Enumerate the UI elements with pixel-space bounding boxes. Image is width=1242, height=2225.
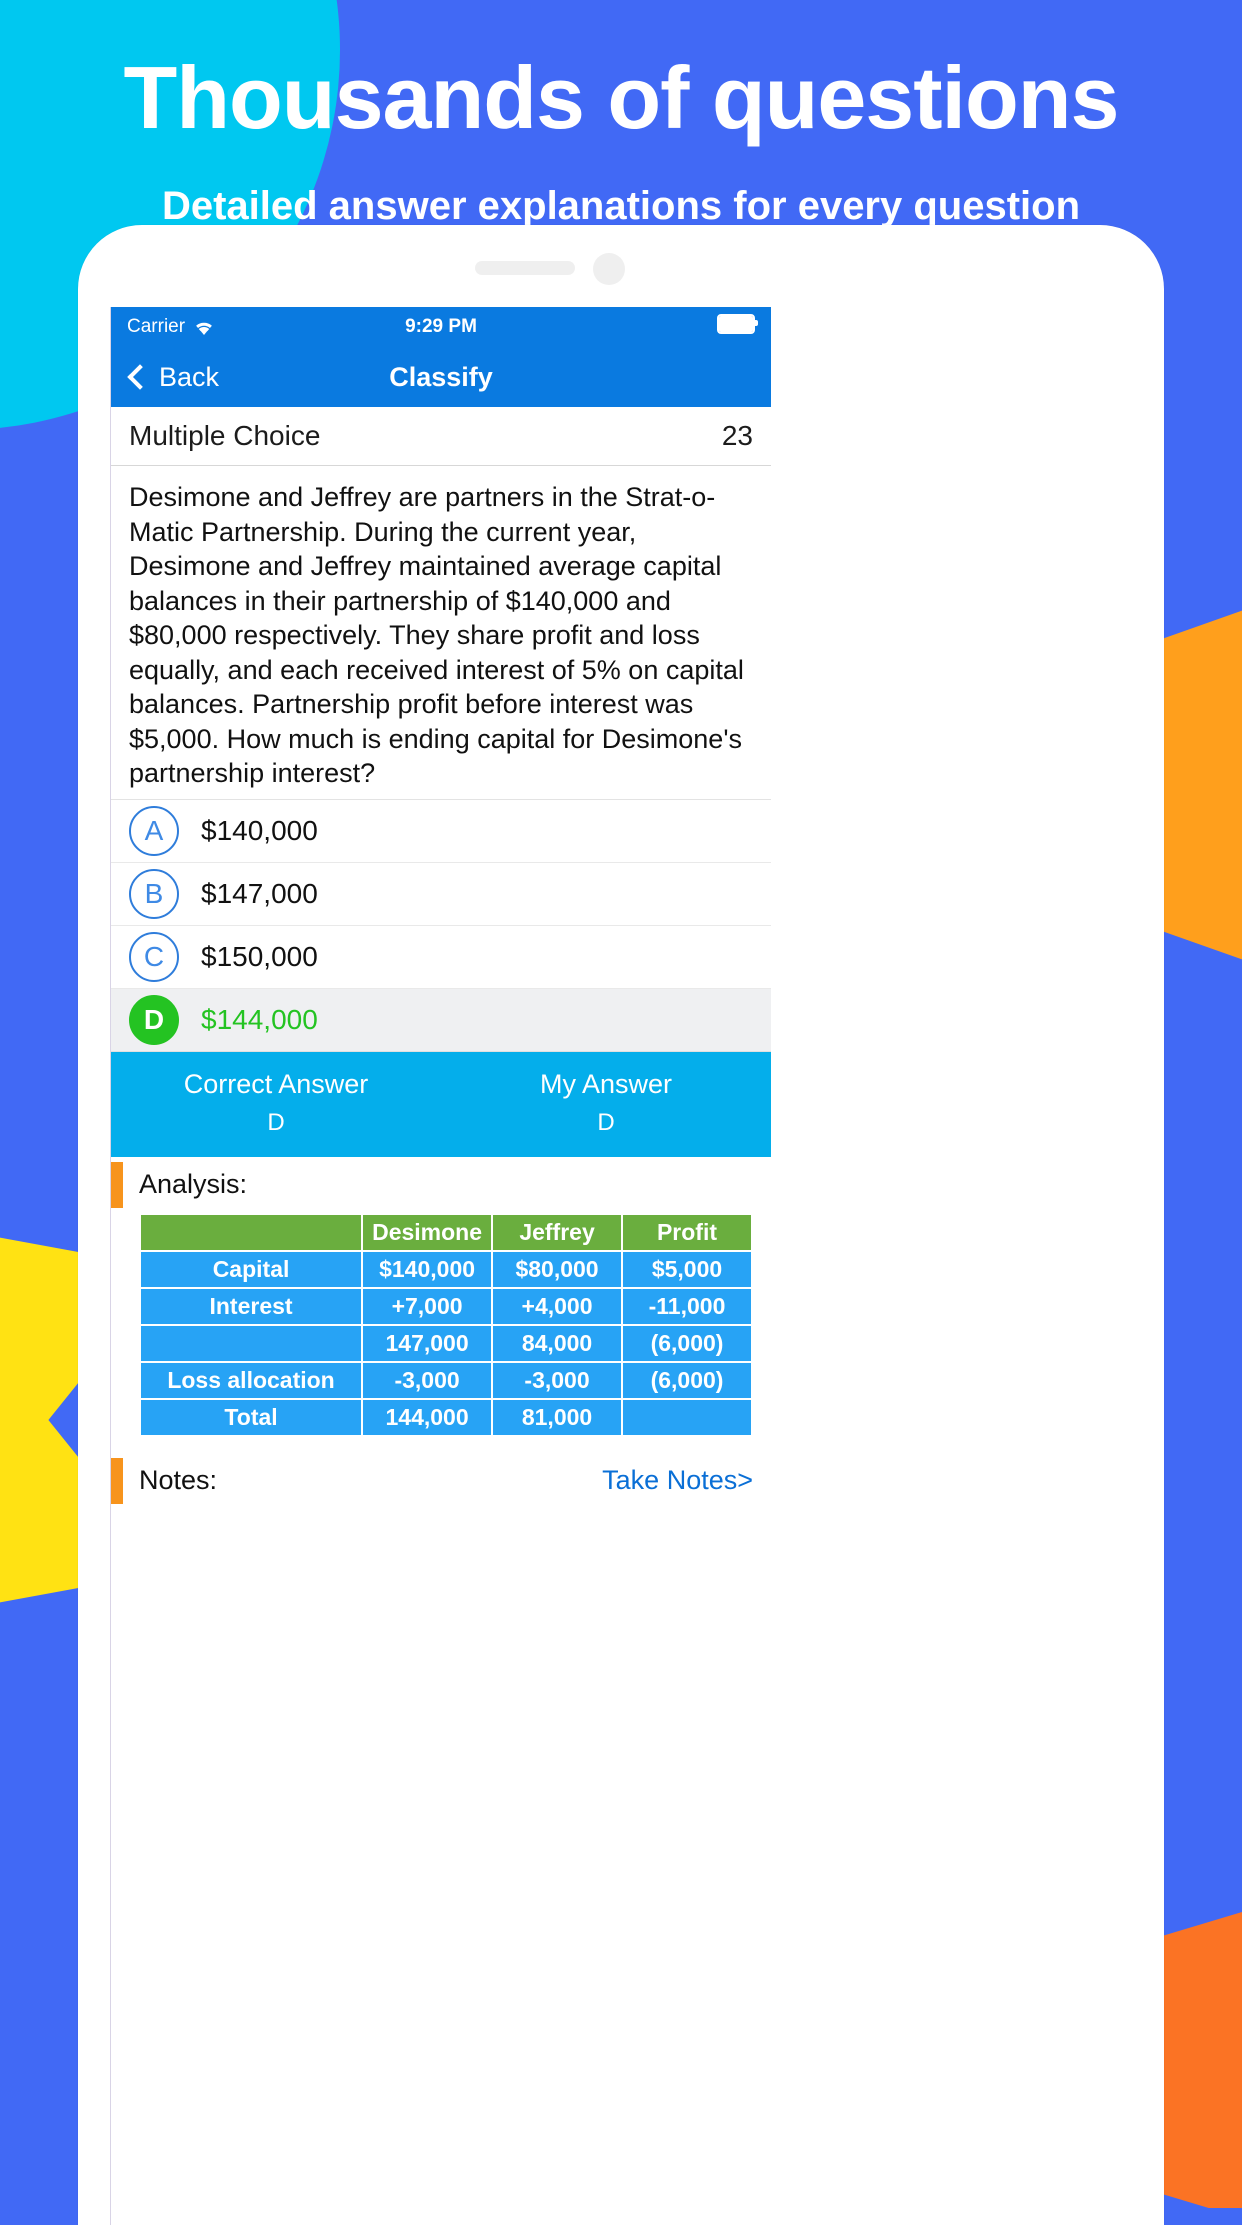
notes-header: Notes: Take Notes> — [111, 1452, 771, 1509]
my-answer-column: My Answer D — [441, 1064, 771, 1143]
promo-subheadline: Detailed answer explanations for every q… — [161, 184, 1081, 229]
notes-label: Notes: — [139, 1465, 218, 1496]
cell-r4-c1: 144,000 — [361, 1397, 494, 1437]
option-label-d: $144,000 — [201, 1003, 318, 1035]
question-number: 23 — [721, 420, 753, 451]
correct-answer-value: D — [267, 1109, 285, 1137]
table-row: Interest +7,000 +4,000 -11,000 — [138, 1286, 753, 1326]
back-button-label: Back — [159, 361, 220, 392]
take-notes-link[interactable]: Take Notes> — [602, 1465, 753, 1496]
th-desimone: Desimone — [361, 1212, 494, 1252]
analysis-table: Desimone Jeffrey Profit Capital $140,000… — [138, 1212, 753, 1437]
cell-r1-c2: +4,000 — [491, 1286, 624, 1326]
cell-r0-c2: $80,000 — [491, 1249, 624, 1289]
correct-answer-column: Correct Answer D — [111, 1064, 441, 1143]
cell-r0-c3: $5,000 — [621, 1249, 753, 1289]
cell-r4-c2: 81,000 — [491, 1397, 624, 1437]
cell-r0-c0: Capital — [138, 1249, 364, 1289]
battery-full-icon — [717, 314, 758, 334]
option-bubble-b: B — [129, 868, 179, 919]
my-answer-label: My Answer — [539, 1068, 673, 1099]
option-bubble-a: A — [129, 805, 179, 856]
cell-r2-c1: 147,000 — [361, 1323, 494, 1363]
table-row: Loss allocation -3,000 -3,000 (6,000) — [138, 1360, 753, 1400]
notes-accent-bar — [111, 1457, 123, 1504]
chevron-left-icon — [127, 364, 153, 390]
cell-r2-c3: (6,000) — [621, 1323, 753, 1363]
table-row: 147,000 84,000 (6,000) — [138, 1323, 753, 1363]
status-bar-time: 9:29 PM — [405, 316, 477, 337]
analysis-table-wrap: Desimone Jeffrey Profit Capital $140,000… — [111, 1212, 771, 1437]
th-blank — [138, 1212, 364, 1252]
option-row-d[interactable]: D $144,000 — [111, 988, 771, 1052]
cell-r3-c2: -3,000 — [491, 1360, 624, 1400]
cell-r2-c2: 84,000 — [491, 1323, 624, 1363]
my-answer-value: D — [597, 1109, 615, 1137]
analysis-label: Analysis: — [139, 1169, 248, 1200]
th-jeffrey: Jeffrey — [491, 1212, 624, 1252]
option-bubble-c: C — [129, 931, 179, 982]
option-label-a: $140,000 — [201, 814, 318, 846]
section-header: Multiple Choice 23 — [111, 407, 771, 466]
option-row-c[interactable]: C $150,000 — [111, 925, 771, 989]
promo-text-block: Thousands of questions Detailed answer e… — [0, 0, 1242, 229]
answer-summary-strip: Correct Answer D My Answer D — [111, 1051, 771, 1157]
status-bar-right — [717, 314, 758, 340]
navigation-bar: Back Classify — [111, 347, 771, 407]
cell-r4-c3 — [621, 1397, 753, 1437]
cell-r1-c0: Interest — [138, 1286, 364, 1326]
cell-r0-c1: $140,000 — [361, 1249, 494, 1289]
cell-r1-c3: -11,000 — [621, 1286, 753, 1326]
promo-headline: Thousands of questions — [123, 48, 1120, 147]
cell-r3-c0: Loss allocation — [138, 1360, 364, 1400]
app-screen: Carrier 9:29 PM Back Classify Multiple C… — [110, 307, 771, 2225]
option-row-b[interactable]: B $147,000 — [111, 862, 771, 926]
back-button[interactable]: Back — [127, 362, 219, 393]
question-text: Desimone and Jeffrey are partners in the… — [111, 466, 771, 800]
table-row: Capital $140,000 $80,000 $5,000 — [138, 1249, 753, 1289]
analysis-header: Analysis: — [111, 1156, 771, 1213]
phone-speaker-grille — [475, 261, 575, 275]
analysis-table-header-row: Desimone Jeffrey Profit — [138, 1212, 753, 1252]
th-profit: Profit — [621, 1212, 753, 1252]
option-label-b: $147,000 — [201, 877, 318, 909]
cell-r3-c3: (6,000) — [621, 1360, 753, 1400]
cell-r1-c1: +7,000 — [361, 1286, 494, 1326]
correct-answer-label: Correct Answer — [183, 1068, 369, 1099]
phone-mockup: Carrier 9:29 PM Back Classify Multiple C… — [78, 225, 1164, 2225]
option-row-a[interactable]: A $140,000 — [111, 799, 771, 863]
option-bubble-d: D — [129, 994, 179, 1045]
table-row: Total 144,000 81,000 — [138, 1397, 753, 1437]
phone-front-camera — [593, 253, 625, 285]
analysis-accent-bar — [111, 1161, 123, 1208]
section-label: Multiple Choice — [129, 420, 321, 451]
option-label-c: $150,000 — [201, 940, 318, 972]
cell-r3-c1: -3,000 — [361, 1360, 494, 1400]
status-bar: Carrier 9:29 PM — [111, 307, 771, 347]
cell-r2-c0 — [138, 1323, 364, 1363]
cell-r4-c0: Total — [138, 1397, 364, 1437]
